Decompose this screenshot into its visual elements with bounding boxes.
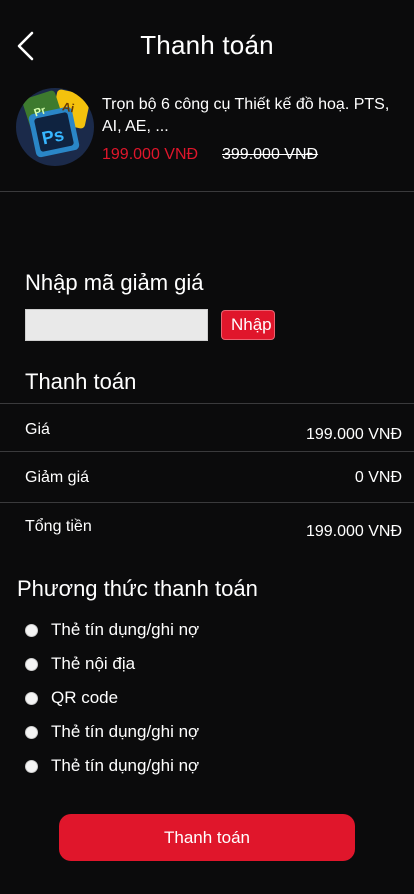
radio-button[interactable]: [25, 623, 38, 637]
discount-value: 0 VNĐ: [354, 469, 402, 486]
payment-option-qr-code[interactable]: QR code: [25, 688, 118, 708]
course-thumbnail: Ps Ai Pr: [16, 88, 94, 166]
coupon-input[interactable]: [25, 309, 208, 341]
price-value: 199.000 VNĐ: [305, 426, 402, 443]
divider: [0, 502, 414, 503]
course-price: 199.000 VNĐ: [102, 146, 199, 163]
divider: [0, 403, 414, 404]
divider: [0, 191, 414, 192]
payment-option-credit-card[interactable]: Thẻ tín dụng/ghi nợ: [25, 620, 199, 640]
price-label: Giá: [25, 421, 50, 438]
payment-option-credit-card-3[interactable]: Thẻ tín dụng/ghi nợ: [25, 756, 199, 776]
coupon-heading: Nhập mã giảm giá: [25, 270, 204, 295]
course-original-price: 399.000 VNĐ: [222, 146, 319, 163]
radio-button[interactable]: [25, 759, 38, 773]
total-label: Tổng tiền: [25, 518, 92, 535]
pay-button[interactable]: Thanh toán: [59, 814, 355, 861]
radio-button[interactable]: [25, 691, 38, 705]
radio-button[interactable]: [25, 657, 38, 671]
radio-button[interactable]: [25, 725, 38, 739]
total-value: 199.000 VNĐ: [305, 523, 402, 540]
payment-method-heading: Phương thức thanh toán: [17, 576, 258, 601]
apply-coupon-button[interactable]: Nhập: [221, 310, 275, 340]
divider: [0, 451, 414, 452]
discount-label: Giảm giá: [25, 469, 90, 486]
page-title: Thanh toán: [140, 30, 274, 60]
summary-heading: Thanh toán: [25, 369, 137, 394]
payment-option-credit-card-2[interactable]: Thẻ tín dụng/ghi nợ: [25, 722, 199, 742]
payment-option-domestic-card[interactable]: Thẻ nội địa: [25, 654, 135, 674]
course-title: Trọn bộ 6 công cụ Thiết kế đồ hoạ. PTS, …: [102, 96, 390, 135]
